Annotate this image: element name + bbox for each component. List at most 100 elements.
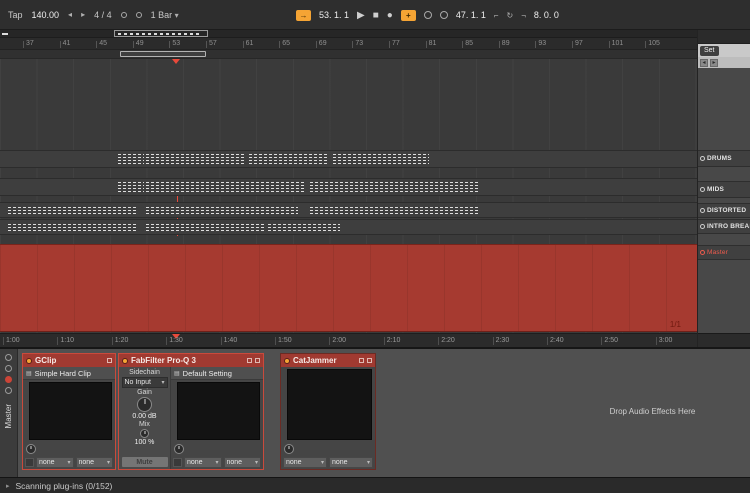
track-header-distorted[interactable]: DISTORTED: [698, 203, 750, 218]
loop-brace[interactable]: [120, 51, 206, 57]
bar-number: 105: [645, 40, 660, 48]
device-title-bar[interactable]: CatJammer: [281, 354, 375, 367]
arrangement-overview[interactable]: [0, 30, 697, 38]
midi-clip[interactable]: [146, 206, 298, 214]
device-gclip[interactable]: GClip ▤ Simple Hard Clip none ▾ none ▾: [22, 353, 116, 470]
punch-out-icon[interactable]: ¬: [521, 11, 526, 20]
plugin-knob[interactable]: [174, 444, 184, 454]
hot-swap-icon[interactable]: [173, 458, 182, 467]
midi-clip[interactable]: [268, 223, 340, 231]
midi-clip[interactable]: [310, 182, 478, 192]
track-fold-icon[interactable]: [700, 250, 705, 255]
device-activator-icon[interactable]: [284, 357, 290, 364]
unfold-icon[interactable]: [107, 358, 112, 363]
tap-tempo-button[interactable]: Tap: [8, 10, 23, 20]
midi-clip[interactable]: [146, 223, 264, 231]
stop-button[interactable]: ■: [373, 10, 379, 21]
track-header-mids[interactable]: MIDS: [698, 181, 750, 198]
loop-length-display[interactable]: 8. 0. 0: [534, 10, 559, 20]
sidechain-select[interactable]: No Input ▾: [121, 377, 168, 388]
nudge-up-icon[interactable]: ▸: [81, 10, 85, 19]
time-label: 1:30: [166, 337, 183, 345]
midi-clip[interactable]: [8, 223, 136, 231]
overdub-button[interactable]: +: [400, 9, 416, 21]
gain-knob[interactable]: [137, 397, 152, 412]
midi-clip[interactable]: [333, 154, 429, 164]
preset-row[interactable]: ▤ Simple Hard Clip: [23, 367, 115, 380]
routing-select[interactable]: none ▾: [36, 457, 74, 468]
gclip-knob[interactable]: [26, 444, 36, 454]
midi-clip[interactable]: [118, 154, 144, 164]
track-header-drums[interactable]: DRUMS: [698, 150, 750, 167]
device-activator-icon[interactable]: [122, 357, 128, 364]
loop-icon[interactable]: ↻: [507, 11, 514, 20]
routing-value: none: [39, 459, 55, 466]
track-fold-icon[interactable]: [700, 156, 705, 161]
io-toggle-icon[interactable]: [5, 354, 12, 361]
midi-clip[interactable]: [8, 206, 136, 214]
track-lane-master[interactable]: 1/1: [0, 244, 697, 332]
tracks-canvas[interactable]: 1/1: [0, 59, 697, 333]
midi-clip[interactable]: [146, 154, 246, 164]
bar-ruler[interactable]: 37 41 45 49 53 57 61 65 69 73 77 81 85 89 93 97 101 105: [0, 38, 697, 50]
routing-select[interactable]: none ▾: [184, 457, 222, 468]
plugin-window-icon[interactable]: [247, 358, 252, 363]
punch-in-icon[interactable]: ⌐: [494, 11, 499, 20]
plugin-window-icon[interactable]: [359, 358, 364, 363]
arrangement-position-display[interactable]: 53. 1. 1: [319, 10, 349, 20]
plugin-knob[interactable]: [284, 444, 294, 454]
device-fabfilter-proq3[interactable]: FabFilter Pro-Q 3 Sidechain No Input ▾ Ga…: [118, 353, 264, 470]
track-fold-icon[interactable]: [700, 224, 705, 229]
follow-button[interactable]: →: [296, 9, 311, 21]
device-catjammer[interactable]: CatJammer none ▾ none ▾: [280, 353, 376, 470]
metronome-icon[interactable]: [120, 11, 127, 18]
locator-next-icon[interactable]: ▸: [710, 58, 718, 67]
preset-row[interactable]: ▤ Default Setting: [171, 367, 263, 380]
midi-clip[interactable]: [146, 182, 304, 192]
unfold-icon[interactable]: [367, 358, 372, 363]
device-title-bar[interactable]: FabFilter Pro-Q 3: [119, 354, 263, 367]
midi-clip[interactable]: [310, 206, 478, 214]
hot-swap-icon[interactable]: [25, 458, 34, 467]
time-ruler[interactable]: 1:00 1:10 1:20 1:30 1:40 1:50 2:00 2:10 2:20 2:30…: [0, 333, 697, 347]
gain-value[interactable]: 0.00 dB: [132, 413, 156, 420]
device-title-bar[interactable]: GClip: [23, 354, 115, 367]
midi-clip[interactable]: [118, 182, 144, 192]
routing-select[interactable]: none ▾: [329, 457, 373, 468]
track-lane-intro-break[interactable]: [0, 219, 697, 235]
quantization-menu[interactable]: 1 Bar ▾: [151, 10, 179, 20]
cue-icon[interactable]: [135, 11, 142, 18]
routing-select[interactable]: none ▾: [223, 457, 261, 468]
track-header-intro-break[interactable]: INTRO BREAK: [698, 219, 750, 234]
record-button[interactable]: ●: [387, 10, 393, 21]
track-fold-icon[interactable]: [700, 187, 705, 192]
unfold-icon[interactable]: [255, 358, 260, 363]
nudge-down-icon[interactable]: ◂: [68, 10, 72, 19]
status-expand-icon[interactable]: ▸: [6, 482, 10, 490]
locator-prev-icon[interactable]: ◂: [700, 58, 708, 67]
scrub-area[interactable]: [0, 50, 697, 59]
mixer-toggle-icon[interactable]: [5, 387, 12, 394]
play-button[interactable]: ▶: [357, 10, 365, 21]
routing-select[interactable]: none ▾: [75, 457, 113, 468]
routing-value: none: [187, 459, 203, 466]
session-record-button[interactable]: [423, 11, 432, 19]
mix-knob[interactable]: [140, 429, 149, 438]
mute-button[interactable]: Mute: [121, 457, 168, 467]
mix-value[interactable]: 100 %: [135, 439, 155, 446]
capture-midi-button[interactable]: [439, 11, 448, 19]
track-lane-mids[interactable]: [0, 178, 697, 196]
chevron-down-icon: ▾: [67, 460, 71, 466]
track-fold-icon[interactable]: [700, 208, 705, 213]
device-activator-icon[interactable]: [26, 357, 32, 364]
routing-select[interactable]: none ▾: [283, 457, 327, 468]
midi-clip[interactable]: [249, 154, 329, 164]
loop-start-display[interactable]: 47. 1. 1: [456, 10, 486, 20]
track-lane-drums[interactable]: [0, 150, 697, 168]
tempo-field[interactable]: 140.00: [32, 10, 60, 20]
track-lane-distorted[interactable]: [0, 202, 697, 218]
set-locator-button[interactable]: Set: [700, 45, 719, 56]
sends-toggle-icon[interactable]: [5, 365, 12, 372]
time-signature-field[interactable]: 4 / 4: [94, 10, 112, 20]
track-header-master[interactable]: Master: [698, 245, 750, 260]
